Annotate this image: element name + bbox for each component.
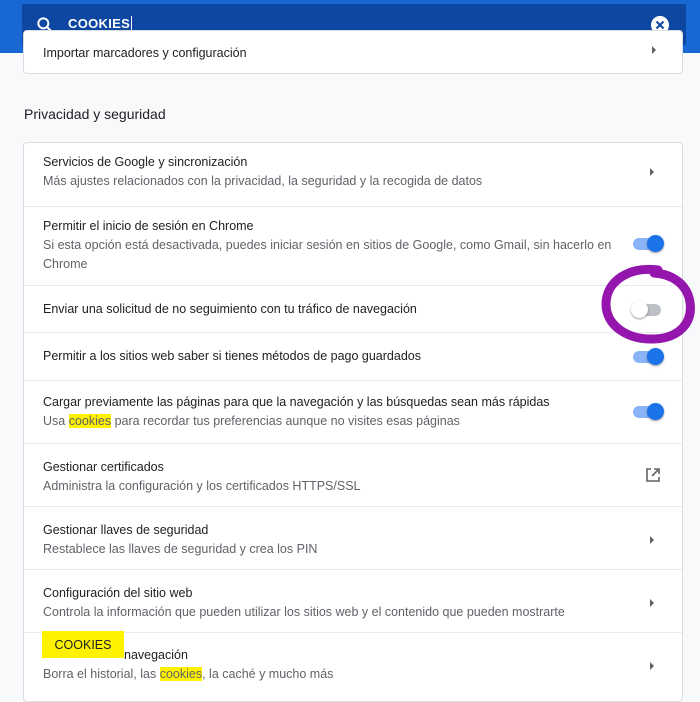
row-title: Cargar previamente las páginas para que …	[43, 395, 550, 409]
toggle-chrome-sign-in[interactable]	[631, 235, 664, 252]
search-input[interactable]: COOKIES	[68, 16, 133, 31]
subtitle-text: para recordar tus preferencias aunque no…	[111, 414, 460, 428]
privacy-settings-card: Servicios de Google y sincronización Más…	[23, 142, 683, 702]
row-manage-certificates[interactable]: Gestionar certificados Administra la con…	[24, 443, 682, 506]
toggle-knob	[647, 348, 664, 365]
subtitle-text: Borra el historial, las	[43, 667, 160, 681]
subtitle-text: Usa	[43, 414, 69, 428]
chevron-right-icon	[652, 46, 656, 54]
row-subtitle: Más ajustes relacionados con la privacid…	[43, 174, 483, 188]
row-chrome-sign-in: Permitir el inicio de sesión en Chrome S…	[24, 206, 682, 285]
row-preload-pages: Cargar previamente las páginas para que …	[24, 380, 682, 443]
row-subtitle: Usa cookies para recordar tus preferenci…	[43, 412, 643, 431]
chevron-right-icon	[650, 168, 654, 176]
row-subtitle: Controla la información que pueden utili…	[43, 605, 565, 619]
row-title: Configuración del sitio web	[43, 586, 193, 600]
import-bookmarks-label: Importar marcadores y configuración	[43, 46, 247, 60]
toggle-knob	[647, 403, 664, 420]
toggle-knob	[647, 235, 664, 252]
row-title: Enviar una solicitud de no seguimiento c…	[43, 302, 417, 316]
row-title: Permitir a los sitios web saber si tiene…	[43, 349, 421, 363]
external-link-icon	[646, 468, 660, 482]
search-match-bubble: COOKIES	[42, 631, 124, 658]
row-title: navegación	[124, 648, 188, 662]
row-title: Gestionar certificados	[43, 460, 164, 474]
toggle-preload-pages[interactable]	[631, 403, 664, 420]
search-highlight: cookies	[68, 414, 112, 428]
text-caret	[131, 16, 133, 31]
chevron-right-icon	[650, 662, 654, 670]
import-bookmarks-card[interactable]: Importar marcadores y configuración	[23, 30, 683, 74]
row-site-settings[interactable]: Configuración del sitio web Controla la …	[24, 569, 682, 632]
highlight-circle-annotation	[601, 264, 695, 344]
row-subtitle: Si esta opción está desactivada, puedes …	[43, 238, 612, 252]
row-title: Gestionar llaves de seguridad	[43, 523, 209, 537]
row-payment-methods: Permitir a los sitios web saber si tiene…	[24, 332, 682, 380]
row-subtitle: Restablece las llaves de seguridad y cre…	[43, 542, 318, 556]
section-title-privacy: Privacidad y seguridad	[24, 106, 166, 122]
subtitle-text: , la caché y mucho más	[202, 667, 334, 681]
chevron-right-icon	[650, 536, 654, 544]
close-icon	[655, 20, 665, 30]
row-title: Servicios de Google y sincronización	[43, 155, 248, 169]
chevron-right-icon	[650, 599, 654, 607]
toggle-payment-methods[interactable]	[631, 348, 664, 365]
row-do-not-track: Enviar una solicitud de no seguimiento c…	[24, 285, 682, 332]
row-subtitle: Administra la configuración y los certif…	[43, 479, 361, 493]
row-title: Permitir el inicio de sesión en Chrome	[43, 219, 254, 233]
row-google-services[interactable]: Servicios de Google y sincronización Más…	[24, 143, 682, 206]
row-subtitle: Borra el historial, las cookies, la cach…	[43, 665, 623, 684]
search-highlight: cookies	[159, 667, 203, 681]
row-security-keys[interactable]: Gestionar llaves de seguridad Restablece…	[24, 506, 682, 569]
row-subtitle-cont: Chrome	[43, 257, 88, 271]
